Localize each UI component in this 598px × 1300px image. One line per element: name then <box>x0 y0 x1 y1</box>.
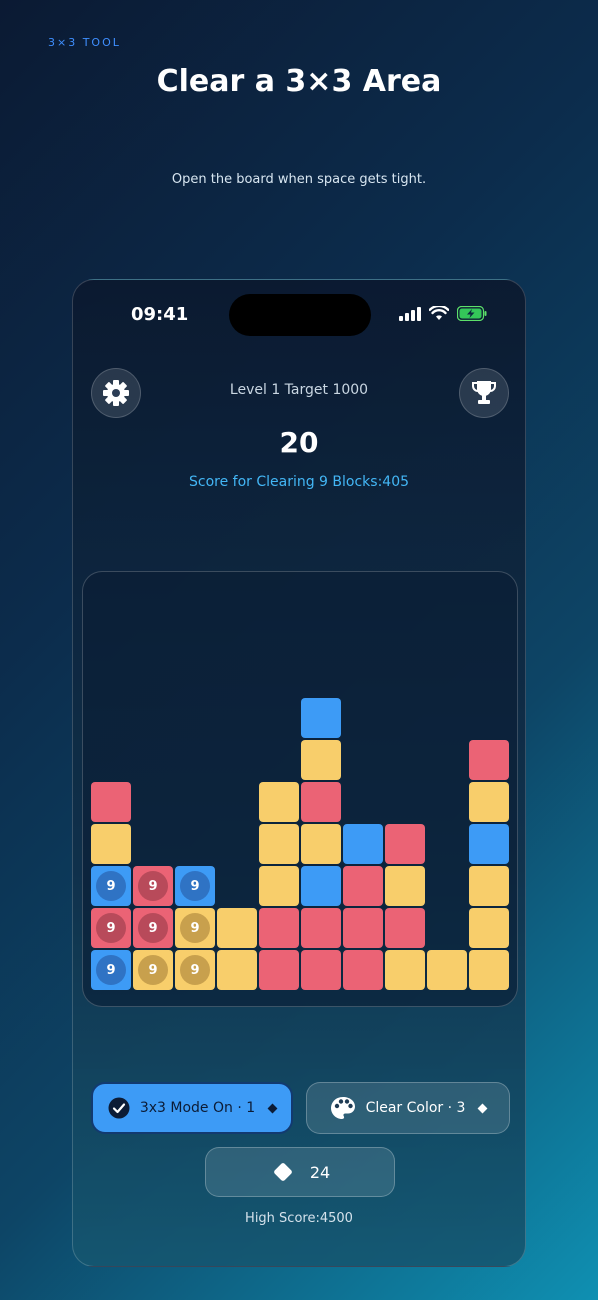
level-target-label: Level 1 Target 1000 <box>229 382 369 398</box>
board-block[interactable] <box>259 908 299 948</box>
board-block[interactable] <box>301 698 341 738</box>
board-block[interactable]: 9 <box>175 866 215 906</box>
board-block[interactable]: 9 <box>133 866 173 906</box>
trophy-icon <box>472 381 496 404</box>
block-number: 9 <box>180 913 210 943</box>
board-block[interactable] <box>301 740 341 780</box>
battery-icon <box>457 306 487 321</box>
board-block[interactable]: 9 <box>91 866 131 906</box>
page-subtitle: Open the board when space gets tight. <box>171 172 427 187</box>
diamond-icon <box>267 1103 278 1113</box>
board-block[interactable] <box>259 950 299 990</box>
dynamic-island <box>229 294 371 336</box>
board-block[interactable]: 9 <box>133 908 173 948</box>
mode-toggle-button[interactable]: 3x3 Mode On · 1 <box>91 1082 293 1134</box>
mode-toggle-label: 3x3 Mode On · 1 <box>139 1100 256 1116</box>
board-block[interactable]: 9 <box>133 950 173 990</box>
status-icons <box>399 306 487 321</box>
wifi-icon <box>429 306 449 320</box>
clear-score-info: Score for Clearing 9 Blocks:405 <box>188 474 410 490</box>
page-title: Clear a 3×3 Area <box>156 64 442 99</box>
board-block[interactable] <box>385 908 425 948</box>
board-block[interactable] <box>301 866 341 906</box>
game-board[interactable]: 999999999 <box>82 571 518 1007</box>
board-block[interactable] <box>301 824 341 864</box>
current-score: 20 <box>279 426 319 459</box>
palette-icon <box>330 1097 355 1119</box>
eyebrow-label: 3×3 TOOL <box>48 36 121 49</box>
board-block[interactable]: 9 <box>91 950 131 990</box>
board-block[interactable]: 9 <box>175 950 215 990</box>
page: 3×3 TOOL Clear a 3×3 Area Open the board… <box>0 0 598 1300</box>
block-number: 9 <box>180 871 210 901</box>
block-number: 9 <box>96 871 126 901</box>
signal-icon <box>399 306 421 321</box>
board-block[interactable] <box>343 866 383 906</box>
board-block[interactable] <box>259 782 299 822</box>
block-number: 9 <box>138 871 168 901</box>
board-block[interactable] <box>259 866 299 906</box>
board-block[interactable] <box>91 782 131 822</box>
board-block[interactable] <box>469 866 509 906</box>
board-block[interactable] <box>469 824 509 864</box>
board-block[interactable] <box>385 950 425 990</box>
high-score: High Score:4500 <box>245 1211 353 1226</box>
check-circle-icon <box>108 1097 130 1119</box>
board-block[interactable] <box>301 782 341 822</box>
board-block[interactable] <box>427 950 467 990</box>
board-block[interactable] <box>469 908 509 948</box>
board-block[interactable] <box>385 824 425 864</box>
board-block[interactable] <box>91 824 131 864</box>
board-block[interactable]: 9 <box>91 908 131 948</box>
block-number: 9 <box>96 913 126 943</box>
board-block[interactable] <box>385 866 425 906</box>
clear-color-label: Clear Color · 3 <box>365 1100 466 1116</box>
board-block[interactable] <box>469 782 509 822</box>
board-block[interactable] <box>469 740 509 780</box>
phone-frame: 09:41 Level 1 Target 1000 20 Score for C… <box>72 279 526 1267</box>
clear-color-button[interactable]: Clear Color · 3 <box>306 1082 510 1134</box>
board-block[interactable]: 9 <box>175 908 215 948</box>
board-block[interactable] <box>343 824 383 864</box>
gems-count: 24 <box>309 1162 331 1182</box>
gems-button[interactable]: 24 <box>205 1147 395 1197</box>
block-number: 9 <box>180 955 210 985</box>
block-number: 9 <box>138 955 168 985</box>
board-block[interactable] <box>343 908 383 948</box>
board-block[interactable] <box>301 950 341 990</box>
board-block[interactable] <box>301 908 341 948</box>
board-block[interactable] <box>217 950 257 990</box>
block-number: 9 <box>138 913 168 943</box>
leaderboard-button[interactable] <box>459 368 509 418</box>
status-time: 09:41 <box>131 304 189 325</box>
board-block[interactable] <box>259 824 299 864</box>
board-block[interactable] <box>217 908 257 948</box>
board-block[interactable] <box>343 950 383 990</box>
diamond-icon <box>273 1163 292 1181</box>
block-number: 9 <box>96 955 126 985</box>
board-block[interactable] <box>469 950 509 990</box>
diamond-icon <box>477 1103 488 1113</box>
